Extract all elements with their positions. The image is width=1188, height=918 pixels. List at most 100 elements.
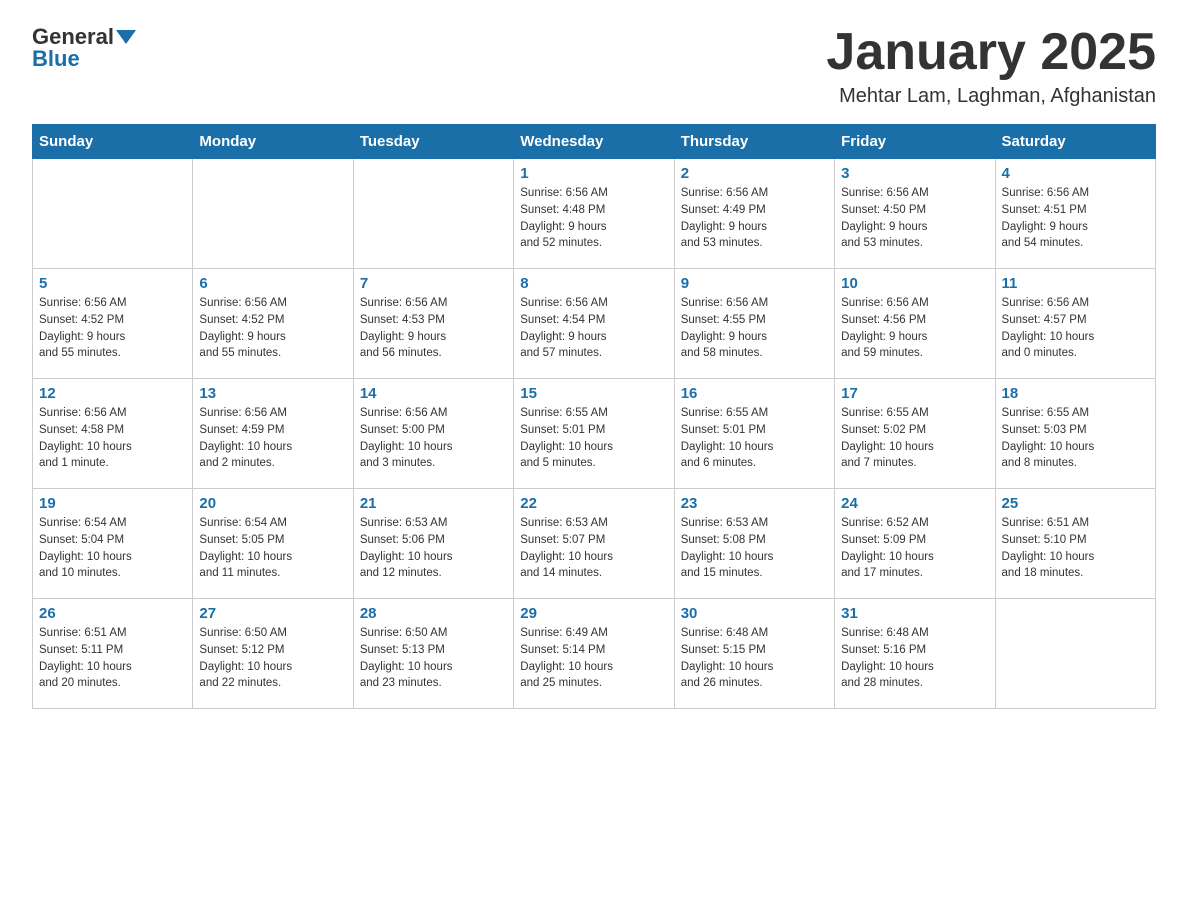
calendar-cell: 2 Sunrise: 6:56 AM Sunset: 4:49 PM Daylig… xyxy=(674,159,834,269)
calendar-cell xyxy=(995,599,1155,709)
calendar-week-row: 12Sunrise: 6:56 AM Sunset: 4:58 PM Dayli… xyxy=(33,379,1156,489)
header-monday: Monday xyxy=(193,125,353,159)
calendar-cell: 13Sunrise: 6:56 AM Sunset: 4:59 PM Dayli… xyxy=(193,379,353,489)
day-info: Sunrise: 6:55 AM Sunset: 5:02 PM Dayligh… xyxy=(841,405,988,472)
calendar-cell: 29 Sunrise: 6:49 AM Sunset: 5:14 PM Dayli… xyxy=(514,599,674,709)
calendar-cell: 21 Sunrise: 6:53 AM Sunset: 5:06 PM Dayli… xyxy=(353,489,513,599)
calendar-cell: 11 Sunrise: 6:56 AM Sunset: 4:57 PM Dayli… xyxy=(995,269,1155,379)
calendar-cell: 20Sunrise: 6:54 AM Sunset: 5:05 PM Dayli… xyxy=(193,489,353,599)
page-header: General Blue January 2025 Mehtar Lam, La… xyxy=(32,24,1156,108)
calendar-cell: 6Sunrise: 6:56 AM Sunset: 4:52 PM Daylig… xyxy=(193,269,353,379)
day-number: 27 xyxy=(199,605,346,622)
header-saturday: Saturday xyxy=(995,125,1155,159)
location: Mehtar Lam, Laghman, Afghanistan xyxy=(826,85,1156,108)
day-info: Sunrise: 6:56 AM Sunset: 4:49 PM Dayligh… xyxy=(681,185,828,252)
calendar-week-row: 19 Sunrise: 6:54 AM Sunset: 5:04 PM Dayli… xyxy=(33,489,1156,599)
calendar-cell: 19 Sunrise: 6:54 AM Sunset: 5:04 PM Dayli… xyxy=(33,489,193,599)
calendar-cell xyxy=(33,159,193,269)
day-info: Sunrise: 6:56 AM Sunset: 4:50 PM Dayligh… xyxy=(841,185,988,252)
day-number: 25 xyxy=(1002,495,1149,512)
calendar-week-row: 5 Sunrise: 6:56 AM Sunset: 4:52 PM Daylig… xyxy=(33,269,1156,379)
day-number: 28 xyxy=(360,605,507,622)
day-info: Sunrise: 6:56 AM Sunset: 4:48 PM Dayligh… xyxy=(520,185,667,252)
day-number: 12 xyxy=(39,385,186,402)
calendar-cell: 24 Sunrise: 6:52 AM Sunset: 5:09 PM Dayli… xyxy=(835,489,995,599)
day-number: 29 xyxy=(520,605,667,622)
day-info: Sunrise: 6:48 AM Sunset: 5:16 PM Dayligh… xyxy=(841,625,988,692)
day-number: 24 xyxy=(841,495,988,512)
calendar-cell: 5 Sunrise: 6:56 AM Sunset: 4:52 PM Daylig… xyxy=(33,269,193,379)
calendar-cell: 28 Sunrise: 6:50 AM Sunset: 5:13 PM Dayli… xyxy=(353,599,513,709)
day-number: 6 xyxy=(199,275,346,292)
day-number: 2 xyxy=(681,165,828,182)
logo-blue-text: Blue xyxy=(32,46,80,72)
day-number: 22 xyxy=(520,495,667,512)
calendar-cell: 7Sunrise: 6:56 AM Sunset: 4:53 PM Daylig… xyxy=(353,269,513,379)
day-info: Sunrise: 6:56 AM Sunset: 4:51 PM Dayligh… xyxy=(1002,185,1149,252)
day-info: Sunrise: 6:54 AM Sunset: 5:04 PM Dayligh… xyxy=(39,515,186,582)
calendar-cell: 25 Sunrise: 6:51 AM Sunset: 5:10 PM Dayli… xyxy=(995,489,1155,599)
day-number: 7 xyxy=(360,275,507,292)
header-thursday: Thursday xyxy=(674,125,834,159)
header-friday: Friday xyxy=(835,125,995,159)
calendar-cell: 26Sunrise: 6:51 AM Sunset: 5:11 PM Dayli… xyxy=(33,599,193,709)
day-number: 21 xyxy=(360,495,507,512)
day-number: 4 xyxy=(1002,165,1149,182)
day-info: Sunrise: 6:53 AM Sunset: 5:08 PM Dayligh… xyxy=(681,515,828,582)
day-info: Sunrise: 6:56 AM Sunset: 4:55 PM Dayligh… xyxy=(681,295,828,362)
days-header-row: Sunday Monday Tuesday Wednesday Thursday… xyxy=(33,125,1156,159)
day-info: Sunrise: 6:56 AM Sunset: 4:54 PM Dayligh… xyxy=(520,295,667,362)
day-info: Sunrise: 6:51 AM Sunset: 5:10 PM Dayligh… xyxy=(1002,515,1149,582)
header-wednesday: Wednesday xyxy=(514,125,674,159)
day-info: Sunrise: 6:56 AM Sunset: 5:00 PM Dayligh… xyxy=(360,405,507,472)
day-info: Sunrise: 6:55 AM Sunset: 5:03 PM Dayligh… xyxy=(1002,405,1149,472)
day-number: 19 xyxy=(39,495,186,512)
calendar-cell: 3 Sunrise: 6:56 AM Sunset: 4:50 PM Daylig… xyxy=(835,159,995,269)
calendar-cell: 23 Sunrise: 6:53 AM Sunset: 5:08 PM Dayli… xyxy=(674,489,834,599)
calendar-cell: 27 Sunrise: 6:50 AM Sunset: 5:12 PM Dayli… xyxy=(193,599,353,709)
day-number: 18 xyxy=(1002,385,1149,402)
day-info: Sunrise: 6:50 AM Sunset: 5:12 PM Dayligh… xyxy=(199,625,346,692)
header-tuesday: Tuesday xyxy=(353,125,513,159)
calendar-cell: 16Sunrise: 6:55 AM Sunset: 5:01 PM Dayli… xyxy=(674,379,834,489)
day-info: Sunrise: 6:53 AM Sunset: 5:07 PM Dayligh… xyxy=(520,515,667,582)
day-number: 23 xyxy=(681,495,828,512)
day-number: 20 xyxy=(199,495,346,512)
day-info: Sunrise: 6:56 AM Sunset: 4:52 PM Dayligh… xyxy=(39,295,186,362)
calendar-cell: 18 Sunrise: 6:55 AM Sunset: 5:03 PM Dayli… xyxy=(995,379,1155,489)
calendar-table: Sunday Monday Tuesday Wednesday Thursday… xyxy=(32,124,1156,709)
day-number: 8 xyxy=(520,275,667,292)
calendar-cell: 14 Sunrise: 6:56 AM Sunset: 5:00 PM Dayli… xyxy=(353,379,513,489)
day-number: 30 xyxy=(681,605,828,622)
day-number: 11 xyxy=(1002,275,1149,292)
calendar-title: January 2025 xyxy=(826,24,1156,81)
day-info: Sunrise: 6:50 AM Sunset: 5:13 PM Dayligh… xyxy=(360,625,507,692)
day-number: 10 xyxy=(841,275,988,292)
day-info: Sunrise: 6:49 AM Sunset: 5:14 PM Dayligh… xyxy=(520,625,667,692)
day-number: 13 xyxy=(199,385,346,402)
calendar-cell xyxy=(353,159,513,269)
calendar-cell: 1Sunrise: 6:56 AM Sunset: 4:48 PM Daylig… xyxy=(514,159,674,269)
day-info: Sunrise: 6:55 AM Sunset: 5:01 PM Dayligh… xyxy=(520,405,667,472)
calendar-cell: 9 Sunrise: 6:56 AM Sunset: 4:55 PM Daylig… xyxy=(674,269,834,379)
calendar-week-row: 1Sunrise: 6:56 AM Sunset: 4:48 PM Daylig… xyxy=(33,159,1156,269)
day-number: 17 xyxy=(841,385,988,402)
header-sunday: Sunday xyxy=(33,125,193,159)
logo-triangle-icon xyxy=(116,30,136,44)
calendar-cell: 10Sunrise: 6:56 AM Sunset: 4:56 PM Dayli… xyxy=(835,269,995,379)
calendar-cell: 17 Sunrise: 6:55 AM Sunset: 5:02 PM Dayli… xyxy=(835,379,995,489)
logo: General Blue xyxy=(32,24,138,72)
calendar-cell: 30Sunrise: 6:48 AM Sunset: 5:15 PM Dayli… xyxy=(674,599,834,709)
day-number: 3 xyxy=(841,165,988,182)
day-number: 9 xyxy=(681,275,828,292)
day-number: 14 xyxy=(360,385,507,402)
day-number: 26 xyxy=(39,605,186,622)
day-info: Sunrise: 6:56 AM Sunset: 4:57 PM Dayligh… xyxy=(1002,295,1149,362)
calendar-cell: 31 Sunrise: 6:48 AM Sunset: 5:16 PM Dayli… xyxy=(835,599,995,709)
calendar-cell: 12Sunrise: 6:56 AM Sunset: 4:58 PM Dayli… xyxy=(33,379,193,489)
day-info: Sunrise: 6:52 AM Sunset: 5:09 PM Dayligh… xyxy=(841,515,988,582)
day-info: Sunrise: 6:53 AM Sunset: 5:06 PM Dayligh… xyxy=(360,515,507,582)
calendar-week-row: 26Sunrise: 6:51 AM Sunset: 5:11 PM Dayli… xyxy=(33,599,1156,709)
day-number: 31 xyxy=(841,605,988,622)
day-number: 5 xyxy=(39,275,186,292)
